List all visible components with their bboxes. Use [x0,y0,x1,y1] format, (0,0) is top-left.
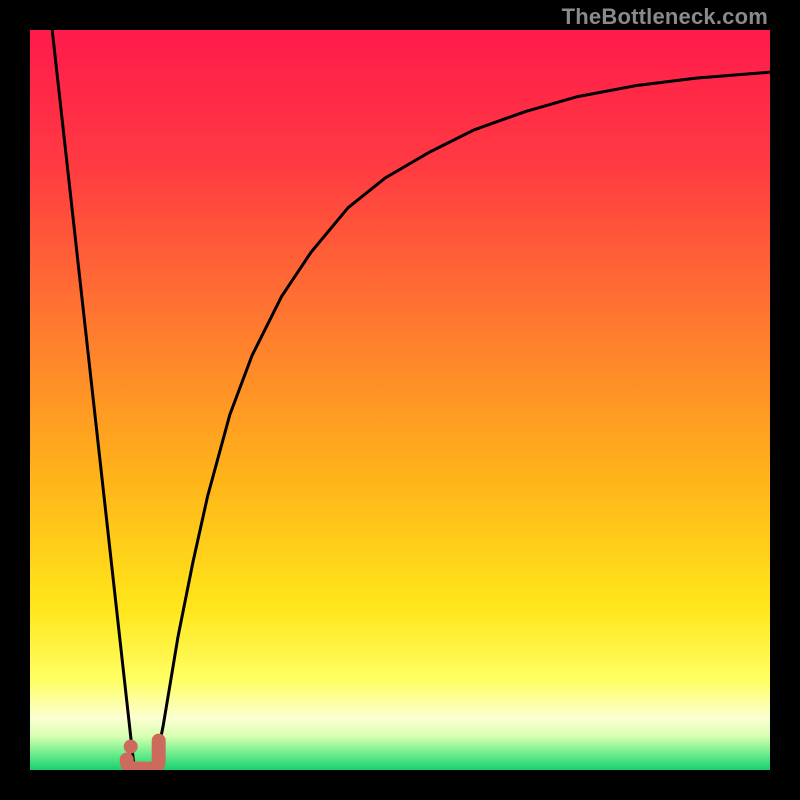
marker-dot [124,740,138,754]
plot-area [30,30,770,770]
watermark-text: TheBottleneck.com [562,4,768,30]
chart-frame: TheBottleneck.com [0,0,800,800]
highlight-marker [30,30,770,770]
